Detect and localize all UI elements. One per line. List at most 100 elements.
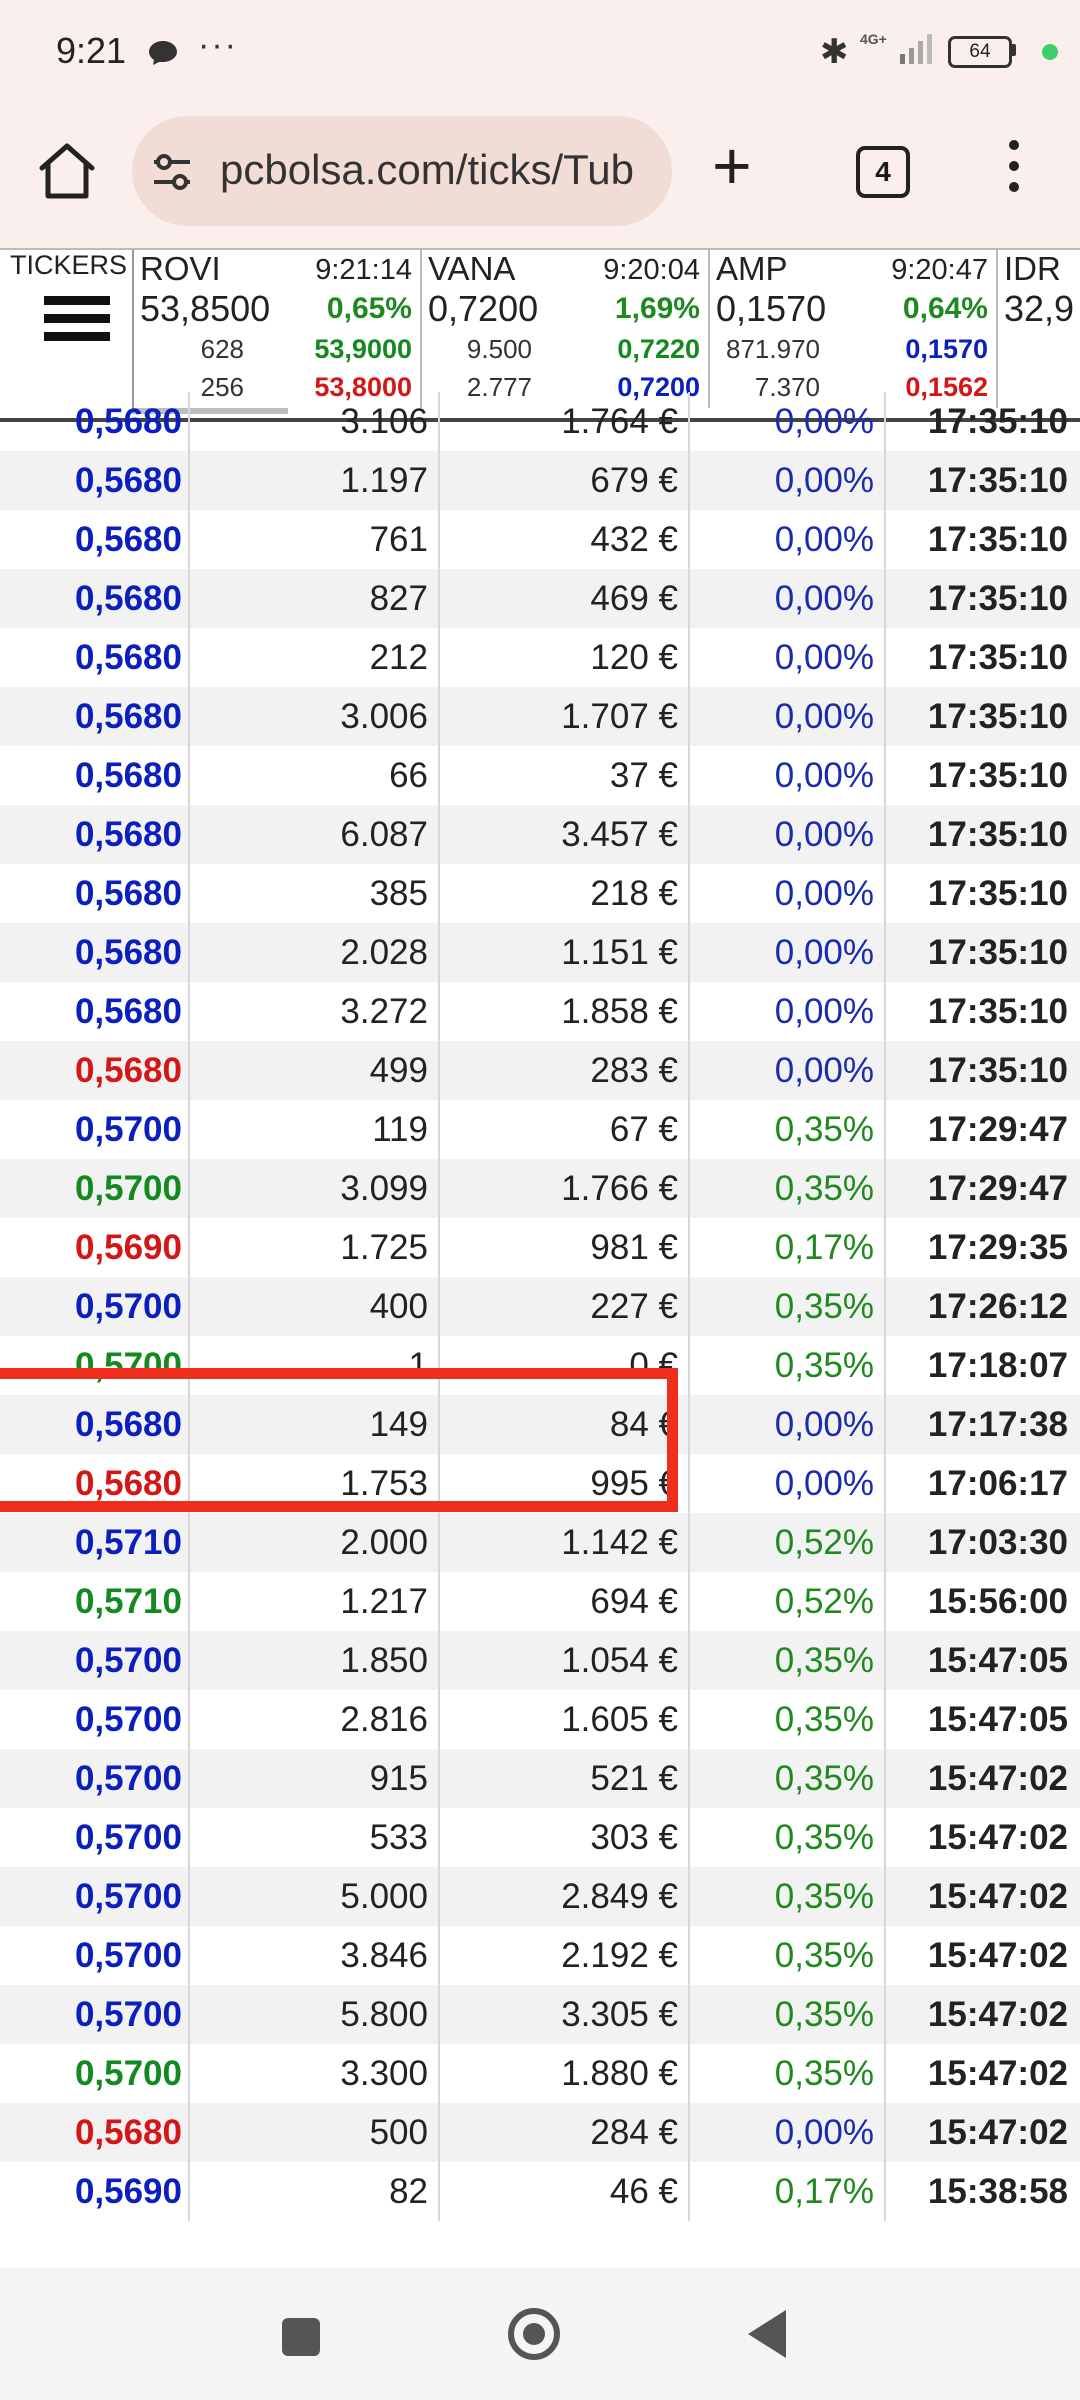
home-icon[interactable] bbox=[36, 140, 98, 202]
trade-price: 0,5680 bbox=[0, 569, 190, 628]
ticker-change: 0,65% bbox=[326, 292, 412, 325]
trade-volume: 827 bbox=[190, 569, 440, 628]
trade-time: 15:47:05 bbox=[927, 1641, 1068, 1680]
tickers-menu[interactable]: TICKERS bbox=[4, 250, 134, 408]
back-icon[interactable] bbox=[748, 2310, 786, 2358]
trade-volume: 3.099 bbox=[190, 1159, 440, 1218]
trade-amount: 1.764 € bbox=[440, 392, 690, 451]
trade-change: 0,00% bbox=[690, 1454, 886, 1513]
trade-amount: 521 € bbox=[440, 1749, 690, 1808]
trade-volume: 5.800 bbox=[190, 1985, 440, 2044]
trade-price: 0,5710 bbox=[0, 1572, 190, 1631]
table-row: 0,5700 119 67 €0,35% 17:29:47 bbox=[0, 1100, 1080, 1159]
battery-icon: 64 bbox=[948, 36, 1012, 68]
trade-volume: 1.725 bbox=[190, 1218, 440, 1277]
trade-time: 17:35:10 bbox=[927, 992, 1068, 1031]
trade-change: 0,35% bbox=[690, 1926, 886, 1985]
more-vert-icon[interactable] bbox=[1000, 140, 1028, 200]
trade-price: 0,5700 bbox=[0, 1631, 190, 1690]
trade-change: 0,17% bbox=[690, 2162, 886, 2221]
trade-price: 0,5680 bbox=[0, 392, 190, 451]
trade-change: 0,35% bbox=[690, 2044, 886, 2103]
trade-price: 0,5680 bbox=[0, 628, 190, 687]
table-row: 0,5700 2.816 1.605 €0,35% 15:47:05 bbox=[0, 1690, 1080, 1749]
trade-change: 0,35% bbox=[690, 1100, 886, 1159]
url-text[interactable]: pcbolsa.com/ticks/Tub bbox=[220, 146, 634, 194]
trade-amount: 1.054 € bbox=[440, 1631, 690, 1690]
trade-change: 0,52% bbox=[690, 1513, 886, 1572]
trade-amount: 303 € bbox=[440, 1808, 690, 1867]
trade-change: 0,00% bbox=[690, 1395, 886, 1454]
ticker-card-amp[interactable]: AMP 9:20:47 0,1570 0,64% 871.970 0,1570 7.370 0… bbox=[708, 250, 998, 408]
trade-change: 0,00% bbox=[690, 982, 886, 1041]
battery-level: 64 bbox=[969, 41, 991, 62]
trade-price: 0,5680 bbox=[0, 1041, 190, 1100]
trade-change: 0,00% bbox=[690, 746, 886, 805]
trade-time: 17:35:10 bbox=[927, 1051, 1068, 1090]
new-tab-icon[interactable]: + bbox=[712, 132, 752, 200]
message-icon bbox=[149, 41, 177, 65]
trade-volume: 1.850 bbox=[190, 1631, 440, 1690]
ticker-price: 32,9 bbox=[1004, 288, 1075, 329]
table-row: 0,5700 1.850 1.054 €0,35% 15:47:05 bbox=[0, 1631, 1080, 1690]
trade-volume: 2.000 bbox=[190, 1513, 440, 1572]
trade-volume: 1.217 bbox=[190, 1572, 440, 1631]
trade-price: 0,5700 bbox=[0, 1749, 190, 1808]
trade-change: 0,00% bbox=[690, 687, 886, 746]
trade-amount: 1.880 € bbox=[440, 2044, 690, 2103]
trade-price: 0,5690 bbox=[0, 1218, 190, 1277]
address-bar[interactable]: pcbolsa.com/ticks/Tub bbox=[132, 116, 672, 226]
trade-change: 0,35% bbox=[690, 1336, 886, 1395]
menu-icon[interactable] bbox=[44, 296, 110, 350]
ticker-card-rovi[interactable]: ROVI 9:21:14 53,8500 0,65% 628 53,9000 256 53,8… bbox=[132, 250, 422, 408]
trade-time: 17:06:17 bbox=[927, 1464, 1068, 1503]
trade-price: 0,5680 bbox=[0, 451, 190, 510]
browser-toolbar: pcbolsa.com/ticks/Tub + 4 bbox=[0, 100, 1080, 248]
table-row: 0,5680 2.028 1.151 €0,00% 17:35:10 bbox=[0, 923, 1080, 982]
trade-change: 0,00% bbox=[690, 2103, 886, 2162]
trade-price: 0,5700 bbox=[0, 1808, 190, 1867]
table-row: 0,5710 1.217 694 €0,52% 15:56:00 bbox=[0, 1572, 1080, 1631]
trade-amount: 1.605 € bbox=[440, 1690, 690, 1749]
trade-amount: 432 € bbox=[440, 510, 690, 569]
trade-price: 0,5680 bbox=[0, 510, 190, 569]
trade-price: 0,5700 bbox=[0, 1277, 190, 1336]
table-row: 0,5690 82 46 €0,17% 15:38:58 bbox=[0, 2162, 1080, 2221]
trade-amount: 694 € bbox=[440, 1572, 690, 1631]
table-row: 0,5700 915 521 €0,35% 15:47:02 bbox=[0, 1749, 1080, 1808]
trade-time: 15:38:58 bbox=[927, 2172, 1068, 2211]
more-notifications-icon: ··· bbox=[198, 26, 238, 64]
trade-price: 0,5680 bbox=[0, 746, 190, 805]
recents-icon[interactable] bbox=[282, 2318, 320, 2356]
trade-amount: 2.849 € bbox=[440, 1867, 690, 1926]
trade-volume: 500 bbox=[190, 2103, 440, 2162]
table-row: 0,5680 499 283 €0,00% 17:35:10 bbox=[0, 1041, 1080, 1100]
table-row: 0,5700 3.099 1.766 €0,35% 17:29:47 bbox=[0, 1159, 1080, 1218]
trade-change: 0,00% bbox=[690, 569, 886, 628]
trade-change: 0,35% bbox=[690, 1749, 886, 1808]
trade-price: 0,5680 bbox=[0, 982, 190, 1041]
trade-price: 0,5700 bbox=[0, 1926, 190, 1985]
trade-change: 0,00% bbox=[690, 392, 886, 451]
trade-volume: 385 bbox=[190, 864, 440, 923]
ticker-time: 9:21:14 bbox=[315, 254, 412, 286]
trade-volume: 761 bbox=[190, 510, 440, 569]
site-settings-icon[interactable] bbox=[152, 152, 192, 192]
trade-amount: 1.151 € bbox=[440, 923, 690, 982]
ticker-name: IDR bbox=[1004, 250, 1061, 287]
trade-volume: 2.816 bbox=[190, 1690, 440, 1749]
trade-price: 0,5680 bbox=[0, 923, 190, 982]
trade-price: 0,5700 bbox=[0, 1159, 190, 1218]
tab-switcher-icon[interactable]: 4 bbox=[856, 146, 910, 198]
trade-amount: 3.457 € bbox=[440, 805, 690, 864]
trade-amount: 1.707 € bbox=[440, 687, 690, 746]
ticker-card-idr[interactable]: IDR32,91.2. bbox=[996, 250, 1080, 408]
ticker-card-vana[interactable]: VANA 9:20:04 0,7200 1,69% 9.500 0,7220 2.777 0,… bbox=[420, 250, 710, 408]
home-nav-icon[interactable] bbox=[508, 2308, 560, 2360]
table-row: 0,5680 827 469 €0,00% 17:35:10 bbox=[0, 569, 1080, 628]
trade-time: 15:47:02 bbox=[927, 1877, 1068, 1916]
trade-price: 0,5710 bbox=[0, 1513, 190, 1572]
trade-price: 0,5690 bbox=[0, 2162, 190, 2221]
trade-time: 15:56:00 bbox=[927, 1582, 1068, 1621]
table-row: 0,5680 385 218 €0,00% 17:35:10 bbox=[0, 864, 1080, 923]
